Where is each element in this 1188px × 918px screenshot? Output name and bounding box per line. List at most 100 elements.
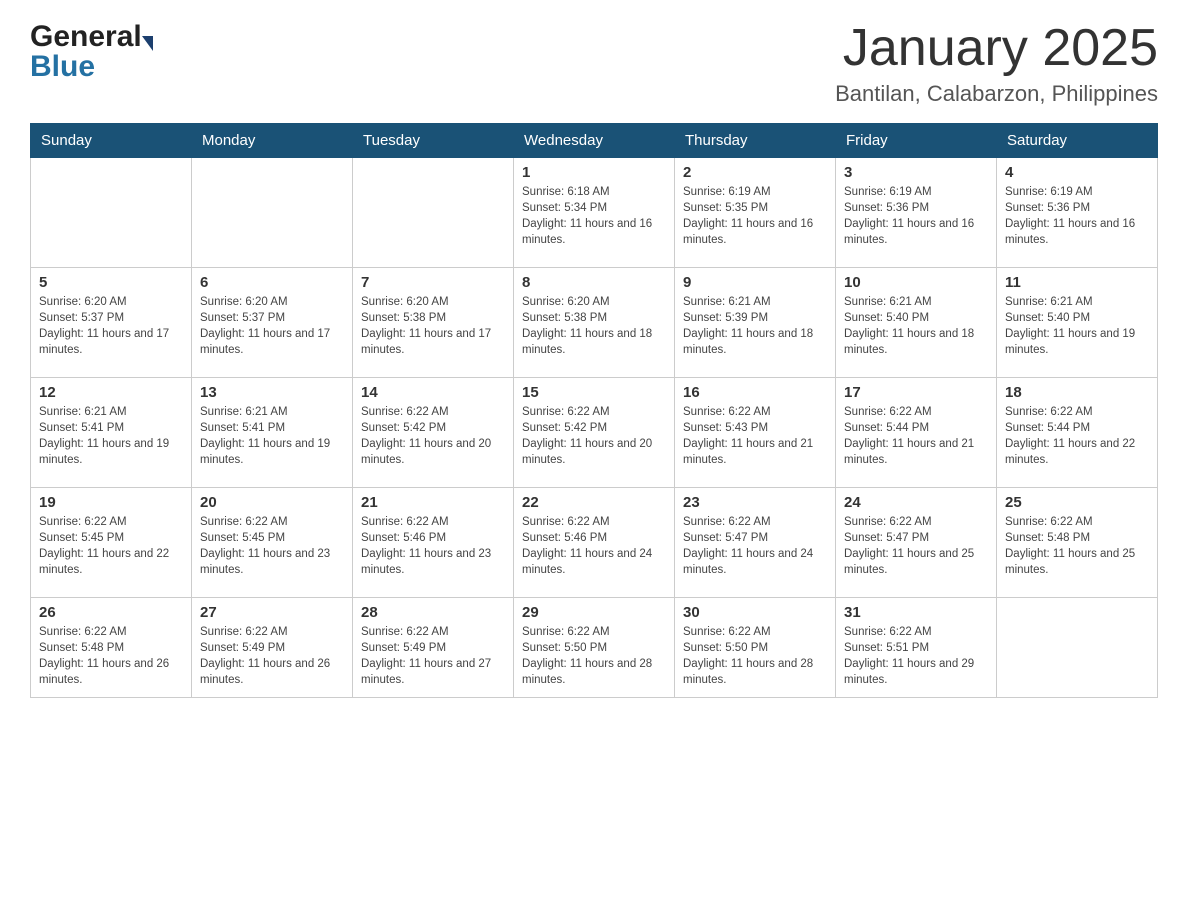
calendar-week-1: 1Sunrise: 6:18 AMSunset: 5:34 PMDaylight…: [31, 158, 1158, 268]
day-info: Sunrise: 6:19 AMSunset: 5:36 PMDaylight:…: [844, 184, 988, 248]
day-info: Sunrise: 6:22 AMSunset: 5:44 PMDaylight:…: [1005, 404, 1149, 468]
location-text: Bantilan, Calabarzon, Philippines: [835, 81, 1158, 107]
day-number: 8: [522, 274, 666, 291]
day-number: 4: [1005, 164, 1149, 181]
logo-general-label: General: [30, 20, 142, 54]
day-number: 2: [683, 164, 827, 181]
day-number: 14: [361, 384, 505, 401]
day-number: 29: [522, 604, 666, 621]
table-row: 5Sunrise: 6:20 AMSunset: 5:37 PMDaylight…: [31, 268, 192, 378]
day-number: 24: [844, 494, 988, 511]
calendar-week-2: 5Sunrise: 6:20 AMSunset: 5:37 PMDaylight…: [31, 268, 1158, 378]
table-row: 10 Sunrise: 6:21 AMSunset: 5:40 PMDayligh…: [836, 268, 997, 378]
day-number: 7: [361, 274, 505, 291]
day-number: 31: [844, 604, 988, 621]
day-number: 17: [844, 384, 988, 401]
day-number: 27: [200, 604, 344, 621]
day-number: 28: [361, 604, 505, 621]
day-info: Sunrise: 6:21 AMSunset: 5:40 PMDaylight:…: [844, 294, 988, 358]
table-row: 17 Sunrise: 6:22 AMSunset: 5:44 PMDayligh…: [836, 378, 997, 488]
table-row: 11 Sunrise: 6:21 AMSunset: 5:40 PMDayligh…: [997, 268, 1158, 378]
table-row: [353, 158, 514, 268]
day-info: Sunrise: 6:22 AMSunset: 5:44 PMDaylight:…: [844, 404, 988, 468]
table-row: 3 Sunrise: 6:19 AMSunset: 5:36 PMDaylight…: [836, 158, 997, 268]
table-row: 2 Sunrise: 6:19 AMSunset: 5:35 PMDaylight…: [675, 158, 836, 268]
col-sunday: Sunday: [31, 124, 192, 158]
month-title: January 2025: [835, 20, 1158, 77]
table-row: 20 Sunrise: 6:22 AMSunset: 5:45 PMDayligh…: [192, 488, 353, 598]
col-wednesday: Wednesday: [514, 124, 675, 158]
day-info: Sunrise: 6:22 AMSunset: 5:48 PMDaylight:…: [39, 624, 183, 688]
day-info: Sunrise: 6:19 AMSunset: 5:36 PMDaylight:…: [1005, 184, 1149, 248]
day-info: Sunrise: 6:21 AMSunset: 5:39 PMDaylight:…: [683, 294, 827, 358]
day-number: 16: [683, 384, 827, 401]
col-saturday: Saturday: [997, 124, 1158, 158]
day-info: Sunrise: 6:21 AMSunset: 5:41 PMDaylight:…: [39, 404, 183, 468]
calendar-header-row: Sunday Monday Tuesday Wednesday Thursday…: [31, 124, 1158, 158]
day-number: 21: [361, 494, 505, 511]
day-info: Sunrise: 6:22 AMSunset: 5:50 PMDaylight:…: [683, 624, 827, 688]
day-info: Sunrise: 6:22 AMSunset: 5:43 PMDaylight:…: [683, 404, 827, 468]
day-number: 22: [522, 494, 666, 511]
day-number: 18: [1005, 384, 1149, 401]
table-row: 26 Sunrise: 6:22 AMSunset: 5:48 PMDayligh…: [31, 598, 192, 698]
day-info: Sunrise: 6:20 AMSunset: 5:37 PMDaylight:…: [39, 294, 183, 358]
table-row: 15 Sunrise: 6:22 AMSunset: 5:42 PMDayligh…: [514, 378, 675, 488]
table-row: 22 Sunrise: 6:22 AMSunset: 5:46 PMDayligh…: [514, 488, 675, 598]
table-row: 6Sunrise: 6:20 AMSunset: 5:37 PMDaylight…: [192, 268, 353, 378]
page-header: General Blue January 2025 Bantilan, Cala…: [30, 20, 1158, 107]
table-row: 25Sunrise: 6:22 AMSunset: 5:48 PMDayligh…: [997, 488, 1158, 598]
table-row: 8 Sunrise: 6:20 AMSunset: 5:38 PMDaylight…: [514, 268, 675, 378]
day-info: Sunrise: 6:22 AMSunset: 5:51 PMDaylight:…: [844, 624, 988, 688]
table-row: 1Sunrise: 6:18 AMSunset: 5:34 PMDaylight…: [514, 158, 675, 268]
col-thursday: Thursday: [675, 124, 836, 158]
table-row: 18 Sunrise: 6:22 AMSunset: 5:44 PMDayligh…: [997, 378, 1158, 488]
day-info: Sunrise: 6:22 AMSunset: 5:46 PMDaylight:…: [522, 514, 666, 578]
table-row: 12 Sunrise: 6:21 AMSunset: 5:41 PMDayligh…: [31, 378, 192, 488]
logo-blue-label: Blue: [30, 50, 95, 83]
day-number: 15: [522, 384, 666, 401]
day-info: Sunrise: 6:19 AMSunset: 5:35 PMDaylight:…: [683, 184, 827, 248]
calendar-week-3: 12 Sunrise: 6:21 AMSunset: 5:41 PMDayligh…: [31, 378, 1158, 488]
day-info: Sunrise: 6:22 AMSunset: 5:47 PMDaylight:…: [683, 514, 827, 578]
table-row: 29 Sunrise: 6:22 AMSunset: 5:50 PMDayligh…: [514, 598, 675, 698]
day-number: 11: [1005, 274, 1149, 291]
day-info: Sunrise: 6:22 AMSunset: 5:50 PMDaylight:…: [522, 624, 666, 688]
table-row: 24Sunrise: 6:22 AMSunset: 5:47 PMDayligh…: [836, 488, 997, 598]
table-row: [192, 158, 353, 268]
table-row: 27Sunrise: 6:22 AMSunset: 5:49 PMDayligh…: [192, 598, 353, 698]
day-number: 3: [844, 164, 988, 181]
day-number: 25: [1005, 494, 1149, 511]
day-info: Sunrise: 6:21 AMSunset: 5:41 PMDaylight:…: [200, 404, 344, 468]
day-number: 26: [39, 604, 183, 621]
day-info: Sunrise: 6:22 AMSunset: 5:42 PMDaylight:…: [361, 404, 505, 468]
table-row: 14 Sunrise: 6:22 AMSunset: 5:42 PMDayligh…: [353, 378, 514, 488]
table-row: 7 Sunrise: 6:20 AMSunset: 5:38 PMDaylight…: [353, 268, 514, 378]
calendar-table: Sunday Monday Tuesday Wednesday Thursday…: [30, 123, 1158, 698]
day-number: 12: [39, 384, 183, 401]
day-info: Sunrise: 6:22 AMSunset: 5:42 PMDaylight:…: [522, 404, 666, 468]
day-info: Sunrise: 6:21 AMSunset: 5:40 PMDaylight:…: [1005, 294, 1149, 358]
day-info: Sunrise: 6:22 AMSunset: 5:45 PMDaylight:…: [39, 514, 183, 578]
title-section: January 2025 Bantilan, Calabarzon, Phili…: [835, 20, 1158, 107]
day-number: 1: [522, 164, 666, 181]
logo-triangle-icon: [142, 36, 153, 51]
day-number: 23: [683, 494, 827, 511]
logo: General Blue: [30, 20, 154, 84]
table-row: 28 Sunrise: 6:22 AMSunset: 5:49 PMDayligh…: [353, 598, 514, 698]
table-row: 23 Sunrise: 6:22 AMSunset: 5:47 PMDayligh…: [675, 488, 836, 598]
day-info: Sunrise: 6:20 AMSunset: 5:38 PMDaylight:…: [361, 294, 505, 358]
table-row: 30Sunrise: 6:22 AMSunset: 5:50 PMDayligh…: [675, 598, 836, 698]
col-friday: Friday: [836, 124, 997, 158]
day-info: Sunrise: 6:22 AMSunset: 5:45 PMDaylight:…: [200, 514, 344, 578]
day-info: Sunrise: 6:20 AMSunset: 5:38 PMDaylight:…: [522, 294, 666, 358]
day-number: 10: [844, 274, 988, 291]
table-row: 13Sunrise: 6:21 AMSunset: 5:41 PMDayligh…: [192, 378, 353, 488]
day-number: 20: [200, 494, 344, 511]
table-row: 16 Sunrise: 6:22 AMSunset: 5:43 PMDayligh…: [675, 378, 836, 488]
day-number: 9: [683, 274, 827, 291]
day-number: 19: [39, 494, 183, 511]
table-row: 9 Sunrise: 6:21 AMSunset: 5:39 PMDaylight…: [675, 268, 836, 378]
day-info: Sunrise: 6:22 AMSunset: 5:49 PMDaylight:…: [361, 624, 505, 688]
table-row: 21Sunrise: 6:22 AMSunset: 5:46 PMDayligh…: [353, 488, 514, 598]
